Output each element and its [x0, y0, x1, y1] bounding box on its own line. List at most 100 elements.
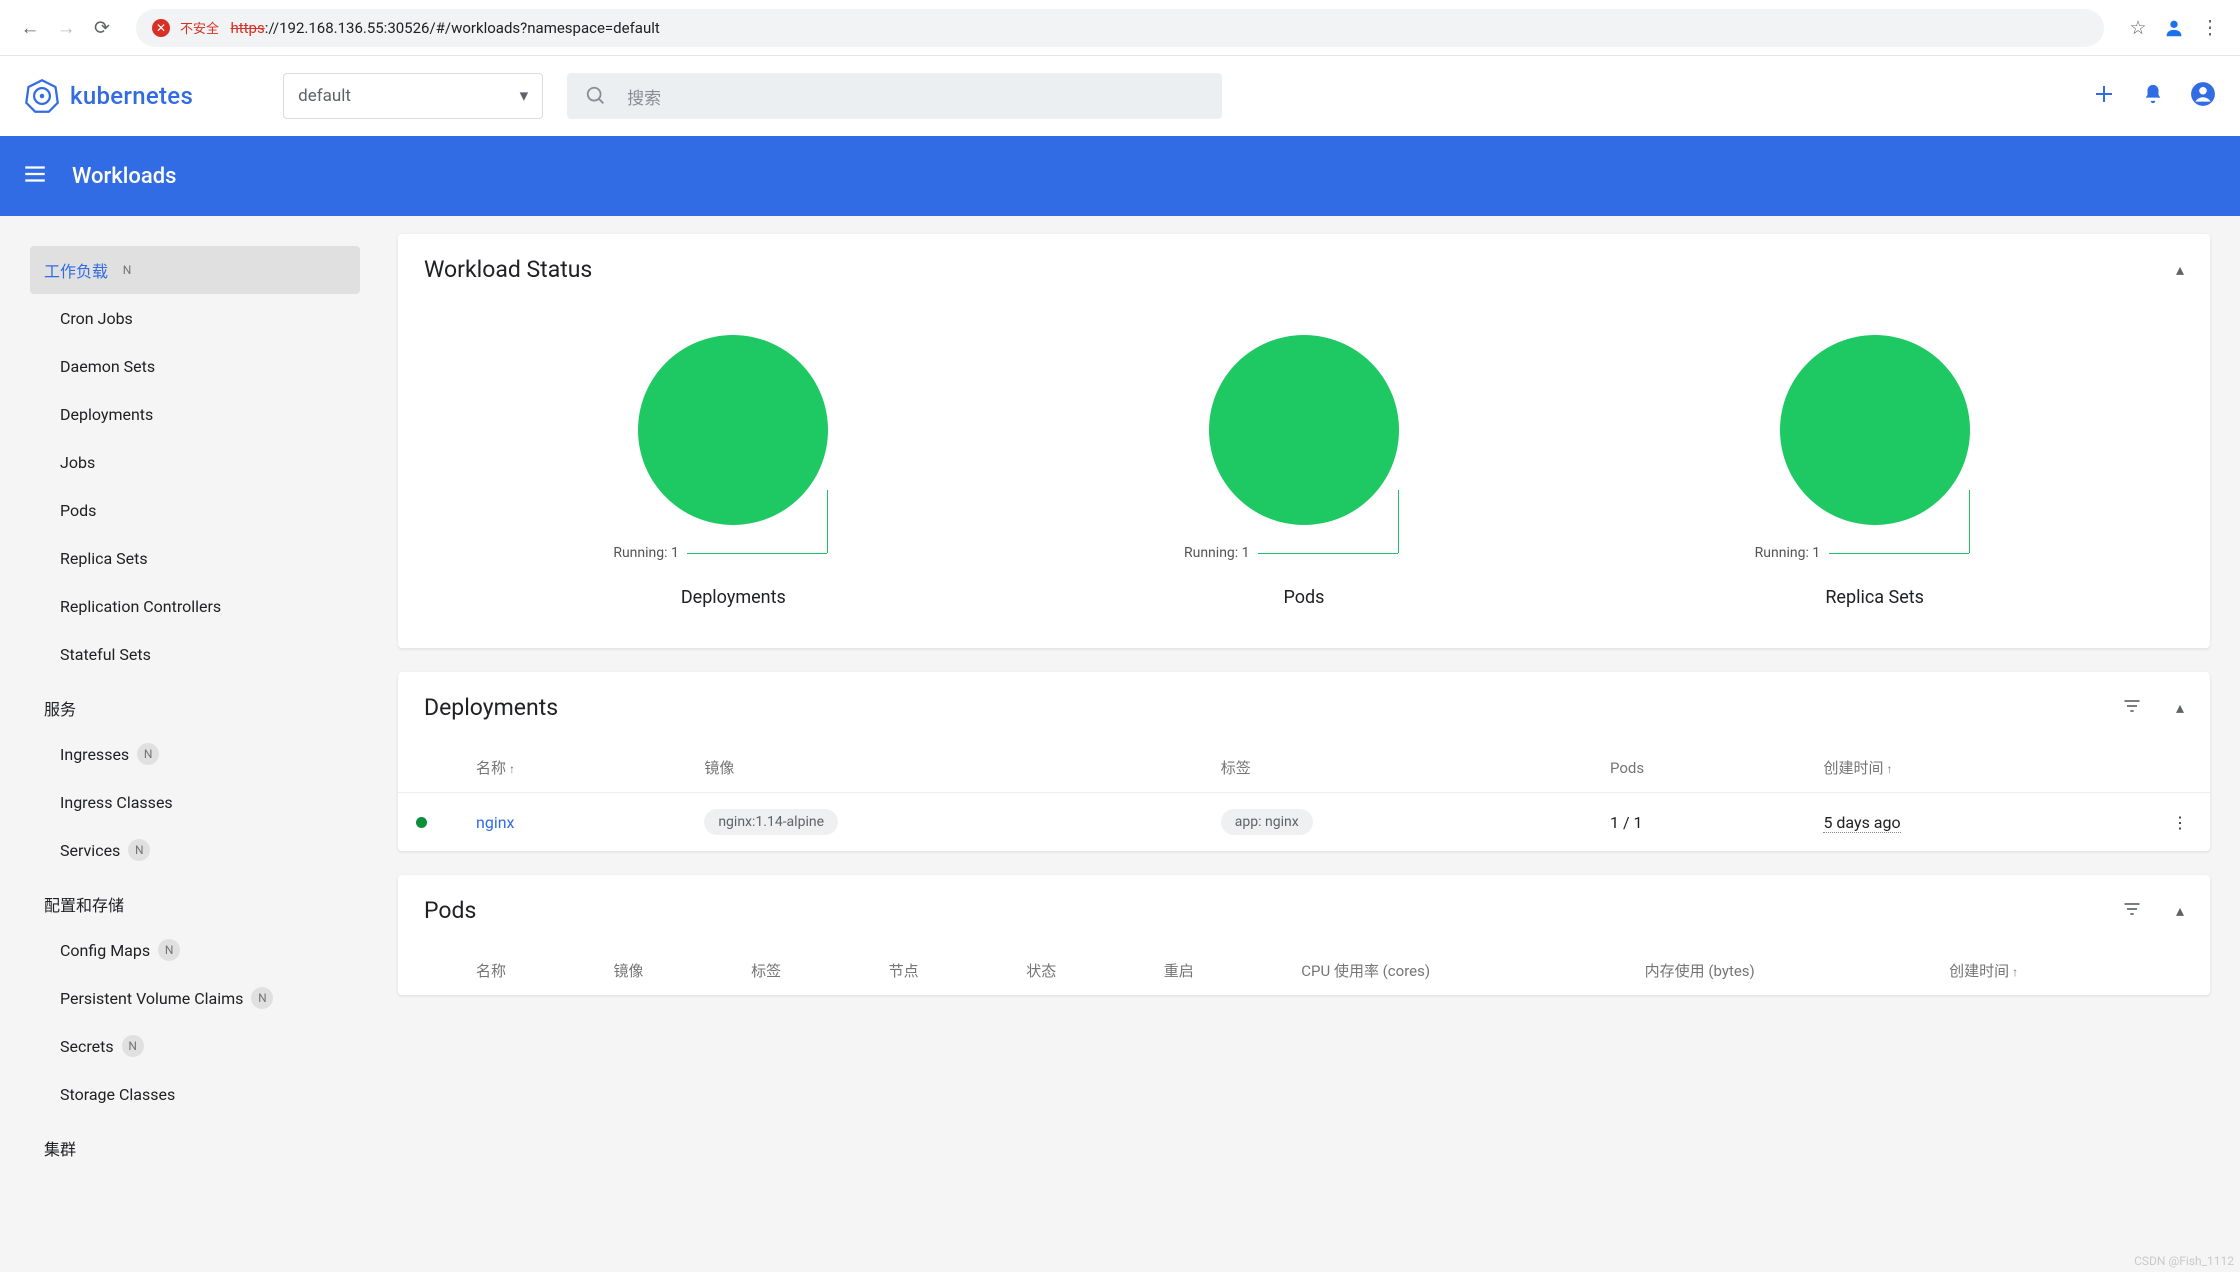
sidebar-header-services: 服务: [30, 678, 360, 730]
namespace-badge: N: [251, 987, 273, 1009]
insecure-icon: ✕: [152, 19, 170, 37]
sidebar-item-pods[interactable]: Pods: [30, 486, 360, 534]
sidebar-header-config: 配置和存储: [30, 874, 360, 926]
image-chip: nginx:1.14-alpine: [704, 809, 838, 835]
collapse-icon[interactable]: ▴: [2176, 698, 2184, 717]
sidebar-item-label: Persistent Volume Claims: [60, 989, 243, 1008]
browser-menu-icon[interactable]: ⋮: [2192, 10, 2228, 46]
profile-icon[interactable]: [2156, 10, 2192, 46]
namespace-badge: N: [116, 259, 138, 281]
col-cpu[interactable]: CPU 使用率 (cores): [1283, 946, 1626, 995]
col-restarts[interactable]: 重启: [1146, 946, 1284, 995]
sidebar-item-replicationcontrollers[interactable]: Replication Controllers: [30, 582, 360, 630]
col-node[interactable]: 节点: [871, 946, 1009, 995]
account-icon[interactable]: [2190, 81, 2216, 111]
search-box[interactable]: 搜索: [567, 73, 1222, 119]
collapse-icon[interactable]: ▴: [2176, 260, 2184, 279]
chart-legend: Running: 1: [613, 545, 853, 561]
pie-chart: [1209, 335, 1399, 525]
namespace-badge: N: [122, 1035, 144, 1057]
col-image[interactable]: 镜像: [686, 743, 1202, 793]
col-created[interactable]: 创建时间↑: [1931, 946, 2150, 995]
sidebar-item-label: 工作负载: [44, 258, 108, 282]
back-button[interactable]: ←: [12, 10, 48, 46]
card-title: Deployments: [424, 694, 558, 721]
sidebar-item-cronjobs[interactable]: Cron Jobs: [30, 294, 360, 342]
pods-count: 1 / 1: [1592, 793, 1805, 852]
col-memory[interactable]: 内存使用 (bytes): [1627, 946, 1931, 995]
chart-replicasets: Running: 1 Replica Sets: [1755, 335, 1995, 608]
bookmark-icon[interactable]: ☆: [2120, 10, 2156, 46]
chart-legend: Running: 1: [1755, 545, 1995, 561]
app-bar: kubernetes default ▾ 搜索: [0, 56, 2240, 136]
row-menu-icon[interactable]: ⋮: [2150, 793, 2210, 852]
search-icon: [585, 85, 607, 107]
namespace-badge: N: [158, 939, 180, 961]
chart-label: Replica Sets: [1825, 587, 1924, 608]
sidebar: 工作负载 N Cron Jobs Daemon Sets Deployments…: [0, 216, 390, 1272]
chart-deployments: Running: 1 Deployments: [613, 335, 853, 608]
url-bar[interactable]: ✕ 不安全 https ://192.168.136.55:30526/#/wo…: [136, 9, 2104, 47]
pie-chart: [638, 335, 828, 525]
url-protocol: https: [230, 19, 264, 37]
sidebar-item-daemonsets[interactable]: Daemon Sets: [30, 342, 360, 390]
chart-pods: Running: 1 Pods: [1184, 335, 1424, 608]
content-area: Workload Status ▴ Running: 1 Deployments…: [390, 216, 2240, 1272]
sidebar-item-label: Config Maps: [60, 941, 150, 960]
created-time: 5 days ago: [1823, 813, 1900, 833]
sidebar-item-workloads[interactable]: 工作负载 N: [30, 246, 360, 294]
sidebar-item-statefulsets[interactable]: Stateful Sets: [30, 630, 360, 678]
sidebar-item-ingresses[interactable]: IngressesN: [30, 730, 360, 778]
col-labels[interactable]: 标签: [733, 946, 871, 995]
title-bar: Workloads: [0, 136, 2240, 216]
hamburger-menu[interactable]: [22, 161, 48, 191]
col-pods[interactable]: Pods: [1592, 743, 1805, 793]
deployment-link[interactable]: nginx: [476, 813, 514, 832]
sidebar-item-pvc[interactable]: Persistent Volume Claims N: [30, 974, 360, 1022]
sidebar-item-label: Replica Sets: [60, 549, 148, 568]
sidebar-item-replicasets[interactable]: Replica Sets: [30, 534, 360, 582]
namespace-select[interactable]: default ▾: [283, 73, 543, 119]
browser-toolbar: ← → ⟳ ✕ 不安全 https ://192.168.136.55:3052…: [0, 0, 2240, 56]
sidebar-item-deployments[interactable]: Deployments: [30, 390, 360, 438]
sidebar-item-jobs[interactable]: Jobs: [30, 438, 360, 486]
col-image[interactable]: 镜像: [596, 946, 734, 995]
col-name[interactable]: 名称: [458, 946, 596, 995]
create-button[interactable]: [2092, 82, 2116, 110]
sidebar-header-cluster: 集群: [30, 1118, 360, 1170]
sidebar-item-secrets[interactable]: SecretsN: [30, 1022, 360, 1070]
pie-chart: [1780, 335, 1970, 525]
sidebar-item-configmaps[interactable]: Config Maps N: [30, 926, 360, 974]
forward-button[interactable]: →: [48, 10, 84, 46]
insecure-label: 不安全: [180, 18, 219, 37]
sidebar-item-label: Pods: [60, 501, 96, 520]
kubernetes-logo[interactable]: kubernetes: [24, 78, 193, 114]
label-chip: app: nginx: [1221, 809, 1313, 835]
filter-icon[interactable]: [2122, 696, 2142, 720]
filter-icon[interactable]: [2122, 899, 2142, 923]
col-labels[interactable]: 标签: [1203, 743, 1592, 793]
notifications-icon[interactable]: [2142, 83, 2164, 109]
sidebar-item-label: Stateful Sets: [60, 645, 151, 664]
charts-row: Running: 1 Deployments Running: 1 Pods R…: [398, 305, 2210, 648]
pods-table: 名称 镜像 标签 节点 状态 重启 CPU 使用率 (cores) 内存使用 (…: [398, 946, 2210, 995]
sidebar-item-label: Ingress Classes: [60, 793, 173, 812]
deployments-card: Deployments ▴ 名称↑ 镜像 标签 Pods 创建时间↑: [398, 672, 2210, 851]
col-status[interactable]: 状态: [1008, 946, 1146, 995]
sidebar-item-label: Replication Controllers: [60, 597, 221, 616]
col-name[interactable]: 名称↑: [458, 743, 686, 793]
table-row[interactable]: nginx nginx:1.14-alpine app: nginx 1 / 1…: [398, 793, 2210, 852]
namespace-badge: N: [137, 743, 159, 765]
sidebar-item-storageclasses[interactable]: Storage Classes: [30, 1070, 360, 1118]
chart-label: Deployments: [681, 587, 786, 608]
col-created[interactable]: 创建时间↑: [1805, 743, 2150, 793]
sidebar-item-ingressclasses[interactable]: Ingress Classes: [30, 778, 360, 826]
url-path: ://192.168.136.55:30526/#/workloads?name…: [265, 19, 660, 37]
sidebar-item-services[interactable]: ServicesN: [30, 826, 360, 874]
watermark: CSDN @Fish_1112: [2134, 1254, 2234, 1268]
sidebar-item-label: Storage Classes: [60, 1085, 175, 1104]
collapse-icon[interactable]: ▴: [2176, 901, 2184, 920]
sidebar-item-label: Daemon Sets: [60, 357, 155, 376]
reload-button[interactable]: ⟳: [84, 10, 120, 46]
sidebar-item-label: Jobs: [60, 453, 95, 472]
